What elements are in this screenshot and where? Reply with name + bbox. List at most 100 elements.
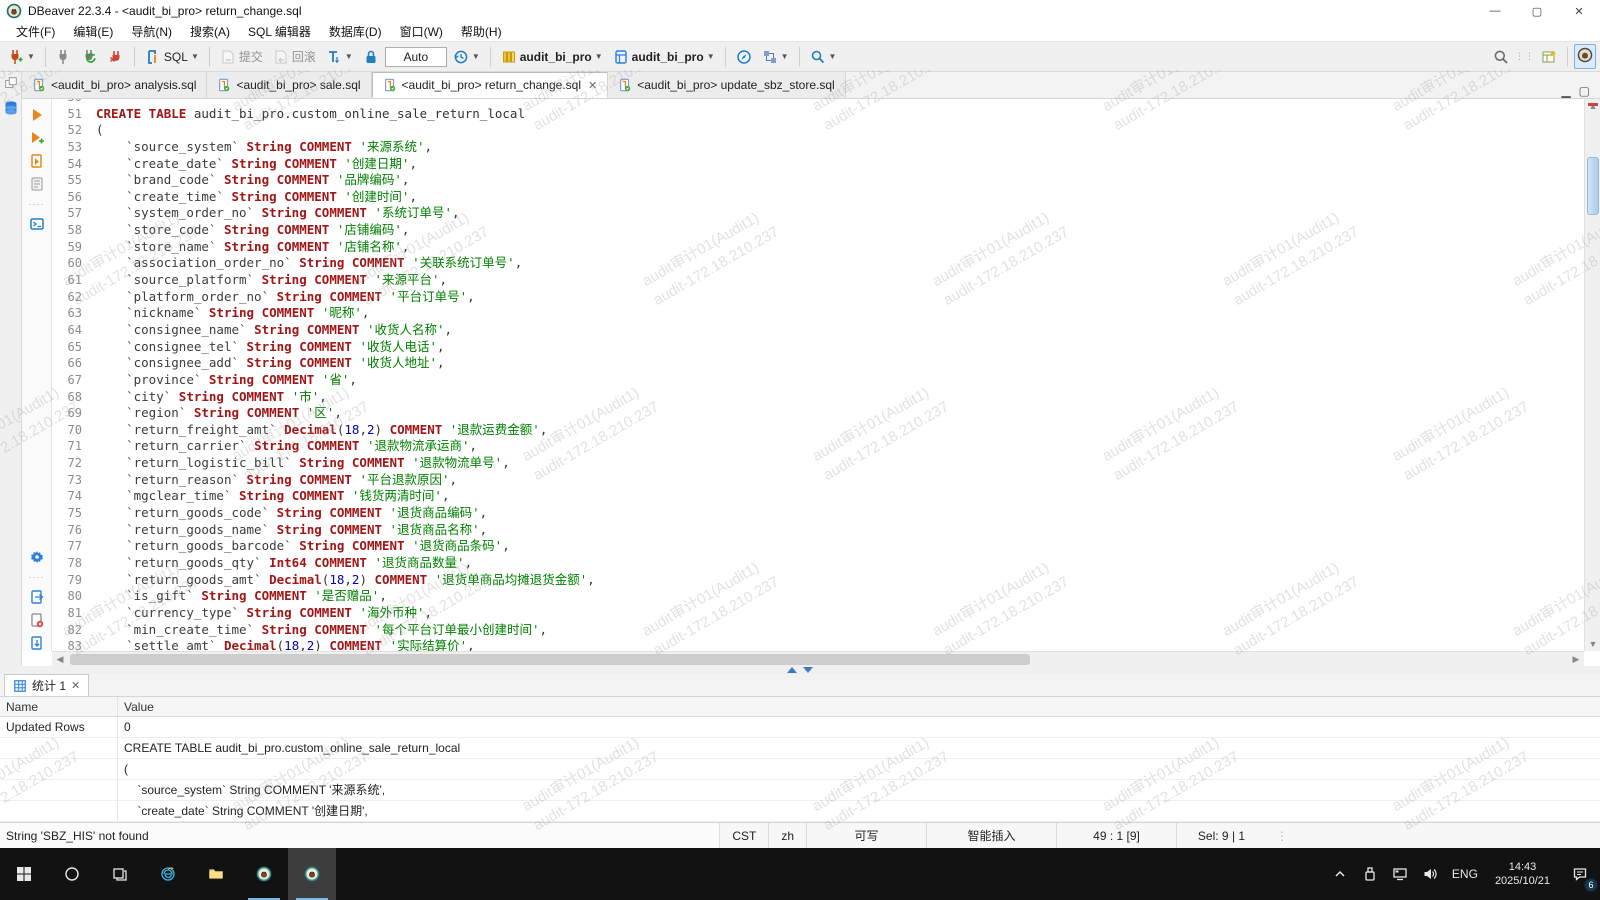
maximize-button[interactable]: ▢ bbox=[1516, 0, 1558, 22]
start-button[interactable] bbox=[0, 848, 48, 900]
toolbar-search-button[interactable]: ▼ bbox=[806, 46, 841, 68]
notification-badge: 6 bbox=[1584, 878, 1598, 892]
reconnect-button[interactable] bbox=[78, 46, 102, 68]
scroll-up-icon[interactable]: ▲ bbox=[1585, 99, 1600, 113]
table-row[interactable]: `source_system` String COMMENT '来源系统', bbox=[0, 780, 1600, 801]
commit-mode-button[interactable]: ▼ bbox=[758, 46, 793, 68]
dbeaver-taskbar-button-active[interactable] bbox=[288, 848, 336, 900]
horizontal-scroll-thumb[interactable] bbox=[70, 654, 1030, 665]
status-insert-mode[interactable]: 智能插入 bbox=[926, 823, 1056, 848]
table-row[interactable]: `create_date` String COMMENT '创建日期', bbox=[0, 801, 1600, 822]
action-center-button[interactable]: 6 bbox=[1560, 848, 1600, 900]
tray-language-button[interactable]: ENG bbox=[1445, 848, 1485, 900]
menu-edit[interactable]: 编辑(E) bbox=[65, 21, 121, 42]
schema-select-caret[interactable]: ▼ bbox=[707, 52, 715, 61]
schema-select[interactable]: audit_bi_pro ▼ bbox=[609, 46, 719, 68]
status-language[interactable]: zh bbox=[768, 823, 806, 848]
commit-button[interactable]: 提交 bbox=[216, 45, 267, 68]
status-writable[interactable]: 可写 bbox=[806, 823, 926, 848]
tray-volume-button[interactable] bbox=[1415, 848, 1445, 900]
autocommit-combo[interactable]: Auto bbox=[385, 47, 447, 67]
dbeaver-perspective-button[interactable] bbox=[1574, 44, 1596, 69]
statistics-tab-close-icon[interactable]: ✕ bbox=[71, 679, 80, 692]
terminal-icon[interactable] bbox=[29, 216, 45, 232]
execute-statement-icon[interactable] bbox=[29, 107, 45, 123]
overview-error-mark[interactable] bbox=[1588, 103, 1598, 106]
menu-help[interactable]: 帮助(H) bbox=[453, 21, 510, 42]
scroll-left-icon[interactable]: ◀ bbox=[52, 652, 68, 667]
execute-new-tab-icon[interactable] bbox=[29, 130, 45, 146]
sql-dropdown-caret[interactable]: ▼ bbox=[191, 52, 199, 61]
column-header-value[interactable]: Value bbox=[118, 697, 1600, 716]
sash-minimize-icon[interactable] bbox=[803, 667, 813, 673]
table-row[interactable]: ( bbox=[0, 759, 1600, 780]
task-view-button[interactable] bbox=[96, 848, 144, 900]
connect-dropdown-caret[interactable]: ▼ bbox=[27, 52, 35, 61]
quick-search-button[interactable] bbox=[1489, 46, 1513, 68]
panel-sash[interactable] bbox=[0, 666, 1600, 674]
disconnect-button[interactable] bbox=[52, 46, 76, 68]
transaction-dropdown-caret[interactable]: ▼ bbox=[345, 52, 353, 61]
column-header-name[interactable]: Name bbox=[0, 697, 118, 716]
file-explorer-button[interactable] bbox=[192, 848, 240, 900]
execute-script-icon[interactable] bbox=[29, 153, 45, 169]
open-perspective-button[interactable] bbox=[1537, 46, 1561, 68]
lock-button[interactable] bbox=[359, 46, 383, 68]
load-file-icon[interactable] bbox=[29, 635, 45, 651]
transaction-mode-button[interactable]: ▼ bbox=[322, 46, 357, 68]
menu-search[interactable]: 搜索(A) bbox=[182, 21, 238, 42]
dbeaver-taskbar-button[interactable] bbox=[240, 848, 288, 900]
explain-plan-icon[interactable] bbox=[29, 176, 45, 192]
gear-icon[interactable] bbox=[29, 549, 45, 565]
rollback-button[interactable]: 回滚 bbox=[269, 45, 320, 68]
commit-mode-caret[interactable]: ▼ bbox=[781, 52, 789, 61]
editor-vertical-scrollbar[interactable]: ▲ ▼ bbox=[1584, 99, 1600, 651]
tab-analysis-sql[interactable]: <audit_bi_pro> analysis.sql bbox=[22, 72, 207, 98]
menu-window[interactable]: 窗口(W) bbox=[392, 21, 451, 42]
scroll-down-icon[interactable]: ▼ bbox=[1585, 637, 1600, 651]
tab-close-icon[interactable]: ✕ bbox=[588, 79, 597, 92]
database-select-caret[interactable]: ▼ bbox=[595, 52, 603, 61]
search-dropdown-caret[interactable]: ▼ bbox=[829, 52, 837, 61]
menu-navigate[interactable]: 导航(N) bbox=[123, 21, 180, 42]
vertical-scroll-thumb[interactable] bbox=[1587, 157, 1599, 215]
minimize-button[interactable]: — bbox=[1474, 0, 1516, 22]
tab-sale-sql[interactable]: <audit_bi_pro> sale.sql bbox=[207, 72, 371, 98]
table-row[interactable]: CREATE TABLE audit_bi_pro.custom_online_… bbox=[0, 738, 1600, 759]
save-file-red-icon[interactable] bbox=[29, 612, 45, 628]
export-result-icon[interactable] bbox=[29, 589, 45, 605]
tray-chevron-button[interactable] bbox=[1325, 848, 1355, 900]
editor-horizontal-scrollbar[interactable]: ◀ ▶ bbox=[52, 651, 1584, 666]
status-selection[interactable]: Sel: 9 | 1 bbox=[1176, 823, 1266, 848]
tray-network-button[interactable] bbox=[1385, 848, 1415, 900]
history-dropdown-caret[interactable]: ▼ bbox=[472, 52, 480, 61]
menu-database[interactable]: 数据库(D) bbox=[321, 21, 390, 42]
transaction-log-button[interactable]: ▼ bbox=[449, 46, 484, 68]
tab-return-change-sql[interactable]: <audit_bi_pro> return_change.sql ✕ bbox=[372, 72, 609, 98]
tray-usb-button[interactable] bbox=[1355, 848, 1385, 900]
sash-maximize-icon[interactable] bbox=[787, 667, 797, 673]
maximize-editor-icon[interactable]: ▢ bbox=[1579, 84, 1590, 98]
tab-statistics[interactable]: 统计 1 ✕ bbox=[4, 674, 89, 696]
windows-taskbar: ENG 14:43 2025/10/21 6 bbox=[0, 848, 1600, 900]
minimize-editor-icon[interactable]: ▁ bbox=[1561, 84, 1570, 98]
database-navigator-icon[interactable] bbox=[3, 100, 19, 116]
status-timezone[interactable]: CST bbox=[719, 823, 768, 848]
sql-code-editor[interactable]: 5051CREATE TABLE audit_bi_pro.custom_onl… bbox=[52, 99, 1584, 651]
menu-sql-editor[interactable]: SQL 编辑器 bbox=[240, 21, 319, 42]
close-button[interactable]: ✕ bbox=[1558, 0, 1600, 22]
database-select[interactable]: audit_bi_pro ▼ bbox=[497, 46, 607, 68]
menu-file[interactable]: 文件(F) bbox=[8, 21, 63, 42]
tray-clock[interactable]: 14:43 2025/10/21 bbox=[1485, 848, 1560, 900]
abort-connection-button[interactable] bbox=[104, 46, 128, 68]
internet-explorer-button[interactable] bbox=[144, 848, 192, 900]
sql-editor-button[interactable]: SQL ▼ bbox=[141, 46, 203, 68]
connect-button[interactable]: ▼ bbox=[4, 46, 39, 68]
navigator-sync-button[interactable] bbox=[732, 46, 756, 68]
scroll-right-icon[interactable]: ▶ bbox=[1568, 652, 1584, 667]
status-caret-position[interactable]: 49 : 1 [9] bbox=[1056, 823, 1176, 848]
taskbar-search-button[interactable] bbox=[48, 848, 96, 900]
tab-update-sbz-store-sql[interactable]: <audit_bi_pro> update_sbz_store.sql bbox=[608, 72, 845, 98]
restore-view-icon[interactable] bbox=[4, 76, 18, 90]
table-row[interactable]: Updated Rows 0 bbox=[0, 717, 1600, 738]
